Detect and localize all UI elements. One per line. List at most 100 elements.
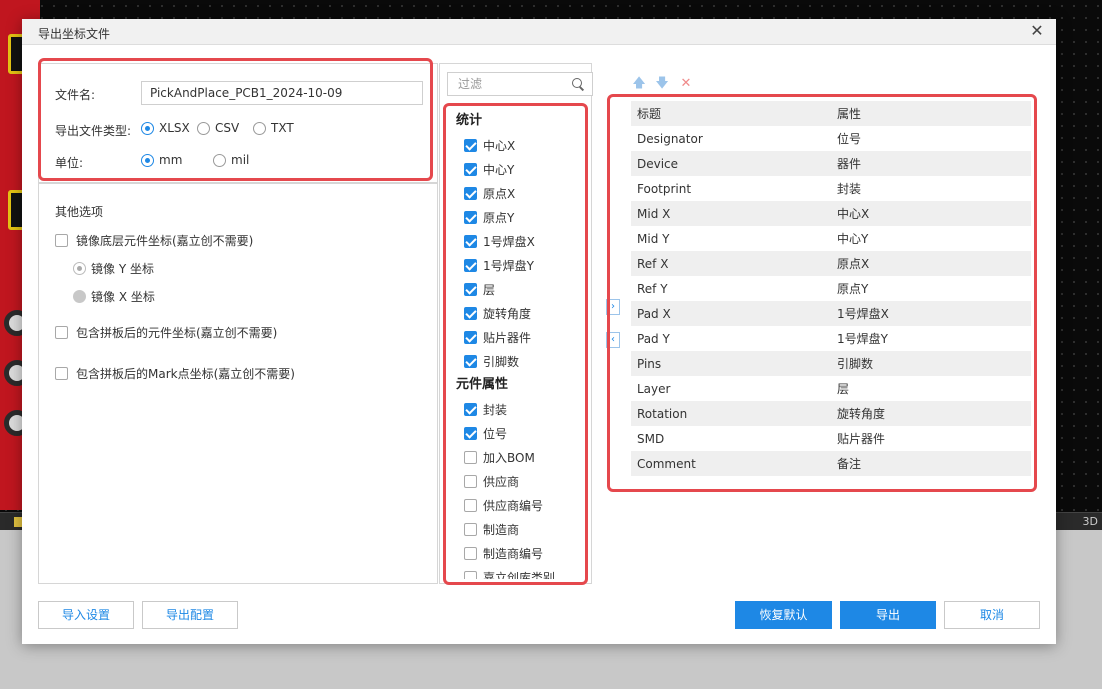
property-list[interactable]: 统计 中心X 中心Y 原点X 原点Y 1号焊盘X 1号焊盘Y 层 旋转角度 贴片… [450, 109, 586, 579]
row-title: Rotation [637, 406, 688, 421]
table-row[interactable]: Mid Y 中心Y [631, 226, 1031, 251]
table-header-row: 标题 属性 [631, 101, 1031, 126]
list-item[interactable]: 供应商编号 [450, 493, 586, 517]
row-title: Layer [637, 381, 671, 396]
list-item[interactable]: 原点Y [450, 205, 586, 229]
unit-mil-radio[interactable]: mil [213, 153, 249, 167]
table-row[interactable]: Device 器件 [631, 151, 1031, 176]
mirror-y-radio[interactable]: 镜像 Y 坐标 [73, 260, 154, 277]
unit-mm-label: mm [159, 153, 183, 167]
mirror-bottom-checkbox[interactable]: 镜像底层元件坐标(嘉立创不需要) [55, 232, 253, 249]
table-row[interactable]: Comment 备注 [631, 451, 1031, 476]
row-property: 原点X [837, 257, 870, 271]
table-row[interactable]: Ref X 原点X [631, 251, 1031, 276]
unit-mm-radio[interactable]: mm [141, 153, 182, 167]
checkbox-unchecked-icon [464, 450, 477, 464]
mirror-y-label: 镜像 Y 坐标 [91, 262, 154, 276]
view-3d-label[interactable]: 3D [1083, 515, 1098, 528]
property-picker-panel: 统计 中心X 中心Y 原点X 原点Y 1号焊盘X 1号焊盘Y 层 旋转角度 贴片… [439, 63, 593, 584]
list-item[interactable]: 封装 [450, 397, 586, 421]
row-title: Comment [637, 456, 696, 471]
row-title: Mid X [637, 206, 671, 221]
list-item[interactable]: 加入BOM [450, 445, 586, 469]
row-property: 中心Y [837, 232, 869, 246]
row-property: 层 [837, 382, 850, 396]
row-title: Device [637, 156, 679, 171]
filetype-csv-radio[interactable]: CSV [197, 121, 239, 135]
checkbox-checked-icon [464, 402, 477, 416]
dialog-titlebar: 导出坐标文件 ✕ [22, 19, 1056, 45]
search-icon[interactable] [572, 78, 584, 90]
list-item[interactable]: 位号 [450, 421, 586, 445]
row-property: 贴片器件 [837, 432, 886, 446]
delete-icon[interactable]: ✕ [679, 77, 693, 91]
mirror-x-label: 镜像 X 坐标 [91, 290, 155, 304]
checkbox-checked-icon [464, 426, 477, 440]
list-item-label: 贴片器件 [483, 330, 532, 345]
list-item[interactable]: 1号焊盘Y [450, 253, 586, 277]
row-title: Pad Y [637, 331, 670, 346]
filename-input[interactable] [141, 81, 423, 105]
list-item[interactable]: 供应商 [450, 469, 586, 493]
table-row[interactable]: Rotation 旋转角度 [631, 401, 1031, 426]
include-panel-mark-checkbox[interactable]: 包含拼板后的Mark点坐标(嘉立创不需要) [55, 365, 295, 382]
list-item[interactable]: 制造商编号 [450, 541, 586, 565]
include-panel-components-checkbox[interactable]: 包含拼板后的元件坐标(嘉立创不需要) [55, 324, 277, 341]
mirror-x-radio[interactable]: 镜像 X 坐标 [73, 288, 155, 305]
restore-default-button[interactable]: 恢复默认 [735, 601, 832, 629]
header-property: 属性 [837, 107, 862, 121]
list-item[interactable]: 引脚数 [450, 349, 586, 373]
list-item[interactable]: 层 [450, 277, 586, 301]
row-property: 封装 [837, 182, 862, 196]
row-title: SMD [637, 431, 665, 446]
filetype-txt-radio[interactable]: TXT [253, 121, 294, 135]
table-row[interactable]: Ref Y 原点Y [631, 276, 1031, 301]
filename-label: 文件名: [55, 88, 96, 102]
table-row[interactable]: Pins 引脚数 [631, 351, 1031, 376]
table-row[interactable]: Pad Y 1号焊盘Y [631, 326, 1031, 351]
export-button[interactable]: 导出 [840, 601, 936, 629]
list-item-label: 供应商 [483, 474, 520, 489]
row-property: 备注 [837, 457, 862, 471]
list-item[interactable]: 贴片器件 [450, 325, 586, 349]
filetype-xlsx-radio[interactable]: XLSX [141, 121, 190, 135]
row-property: 引脚数 [837, 357, 874, 371]
list-item[interactable]: 旋转角度 [450, 301, 586, 325]
list-item[interactable]: 嘉立创库类别 [450, 565, 586, 579]
filetype-csv-label: CSV [215, 121, 240, 135]
header-title: 标题 [637, 107, 662, 121]
checkbox-checked-icon [464, 234, 477, 248]
radio-disabled-selected-icon [73, 262, 86, 275]
include-panel-mark-label: 包含拼板后的Mark点坐标(嘉立创不需要) [76, 367, 295, 381]
list-item[interactable]: 中心Y [450, 157, 586, 181]
checkbox-unchecked-icon [464, 474, 477, 488]
cancel-button[interactable]: 取消 [944, 601, 1040, 629]
move-down-icon[interactable]: 🡇 [655, 77, 669, 91]
table-row[interactable]: Mid X 中心X [631, 201, 1031, 226]
table-row[interactable]: Footprint 封装 [631, 176, 1031, 201]
add-column-button[interactable]: › [606, 299, 620, 315]
row-title: Ref X [637, 256, 669, 271]
radio-selected-icon [141, 121, 154, 135]
list-item[interactable]: 1号焊盘X [450, 229, 586, 253]
table-row[interactable]: Layer 层 [631, 376, 1031, 401]
column-mapping-table: 标题 属性 Designator 位号 Device 器件 Footprint 封装 … [631, 101, 1031, 476]
filter-input[interactable] [448, 73, 592, 95]
list-item-label: 供应商编号 [483, 498, 544, 513]
list-item[interactable]: 原点X [450, 181, 586, 205]
import-settings-button[interactable]: 导入设置 [38, 601, 134, 629]
checkbox-unchecked-icon [464, 546, 477, 560]
checkbox-checked-icon [464, 282, 477, 296]
checkbox-checked-icon [464, 258, 477, 272]
table-row[interactable]: Pad X 1号焊盘X [631, 301, 1031, 326]
remove-column-button[interactable]: ‹ [606, 332, 620, 348]
list-item[interactable]: 制造商 [450, 517, 586, 541]
move-up-icon[interactable]: 🡅 [632, 77, 646, 91]
table-row[interactable]: Designator 位号 [631, 126, 1031, 151]
close-icon[interactable]: ✕ [1028, 22, 1046, 40]
list-item[interactable]: 中心X [450, 133, 586, 157]
table-row[interactable]: SMD 贴片器件 [631, 426, 1031, 451]
checkbox-checked-icon [464, 354, 477, 368]
export-config-button[interactable]: 导出配置 [142, 601, 238, 629]
checkbox-unchecked-icon [464, 522, 477, 536]
